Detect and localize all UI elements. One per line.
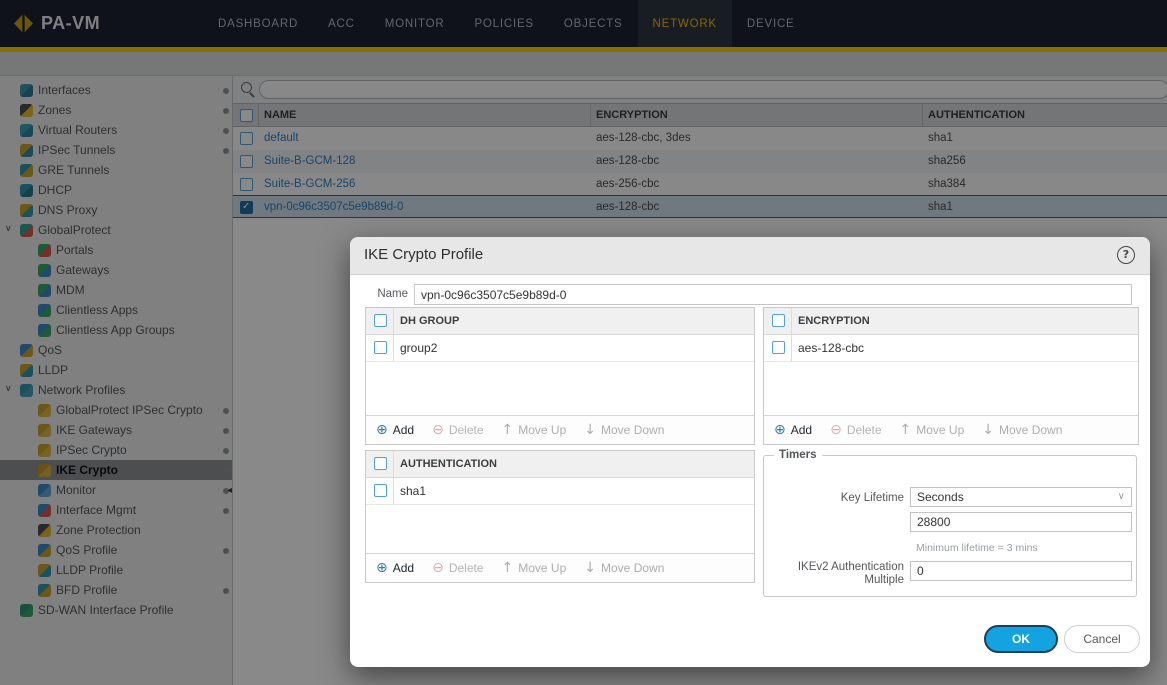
delete-button[interactable]: ⊖Delete — [432, 423, 483, 437]
checkbox-column-divider — [393, 478, 394, 504]
timers-legend: Timers — [774, 449, 822, 461]
add-icon: ⊕ — [774, 423, 786, 437]
lifetime-hint: Minimum lifetime = 3 mins — [916, 542, 1038, 554]
add-icon: ⊕ — [376, 423, 388, 437]
item-checkbox[interactable] — [374, 341, 387, 354]
ikev2-authentication-multiple-label: IKEv2 Authentication Multiple — [770, 561, 904, 587]
dh-group-panel: DH GROUPgroup2 ⊕Add ⊖Delete ↑Move Up ↓Move D… — [365, 307, 755, 445]
ok-button[interactable]: OK — [984, 625, 1058, 653]
cancel-button[interactable]: Cancel — [1064, 625, 1140, 653]
dh-group-actions: ⊕Add ⊖Delete ↑Move Up ↓Move Down — [366, 415, 754, 444]
move-down-icon: ↓ — [982, 423, 994, 437]
dialog-title: IKE Crypto Profile — [364, 246, 483, 263]
dh-group-header: DH GROUP — [366, 308, 754, 335]
move-up-icon: ↑ — [900, 423, 912, 437]
move-up-button[interactable]: ↑Move Up — [502, 423, 567, 437]
pa-vm-app: PA-VM DASHBOARDACCMONITORPOLICIESOBJECTS… — [0, 0, 1167, 685]
authentication-panel: AUTHENTICATIONsha1 ⊕Add ⊖Delete ↑Move Up ↓Mo… — [365, 450, 755, 583]
add-icon: ⊕ — [376, 561, 388, 575]
name-input[interactable] — [414, 284, 1132, 305]
help-icon[interactable]: ? — [1117, 246, 1135, 264]
authentication-header: AUTHENTICATION — [366, 451, 754, 478]
dialog-header: IKE Crypto Profile ? — [350, 237, 1150, 275]
list-item[interactable]: sha1 — [366, 478, 754, 505]
checkbox-column-divider — [791, 308, 792, 334]
key-lifetime-unit-select[interactable]: Seconds ∨ — [910, 487, 1132, 507]
move-up-icon: ↑ — [502, 423, 514, 437]
item-checkbox[interactable] — [374, 484, 387, 497]
list-item[interactable]: group2 — [366, 335, 754, 362]
panel-select-all-checkbox[interactable] — [374, 314, 387, 327]
encryption-panel: ENCRYPTIONaes-128-cbc ⊕Add ⊖Delete ↑Move Up… — [763, 307, 1139, 445]
chevron-down-icon: ∨ — [1118, 488, 1125, 506]
encryption-list: aes-128-cbc — [764, 335, 1138, 415]
delete-icon: ⊖ — [830, 423, 842, 437]
ike-crypto-profile-dialog: IKE Crypto Profile ? Name DH GROUPgroup2… — [350, 237, 1150, 667]
move-up-icon: ↑ — [502, 561, 514, 575]
key-lifetime-label: Key Lifetime — [770, 492, 904, 505]
move-up-button[interactable]: ↑Move Up — [502, 561, 567, 575]
dh-group-list: group2 — [366, 335, 754, 415]
list-item[interactable]: aes-128-cbc — [764, 335, 1138, 362]
add-button[interactable]: ⊕Add — [376, 561, 414, 575]
key-lifetime-value-input[interactable] — [910, 512, 1132, 532]
delete-button[interactable]: ⊖Delete — [432, 561, 483, 575]
checkbox-column-divider — [393, 335, 394, 361]
item-checkbox[interactable] — [772, 341, 785, 354]
move-down-icon: ↓ — [584, 561, 596, 575]
delete-icon: ⊖ — [432, 561, 444, 575]
move-down-button[interactable]: ↓Move Down — [982, 423, 1062, 437]
move-up-button[interactable]: ↑Move Up — [900, 423, 965, 437]
authentication-list: sha1 — [366, 478, 754, 553]
checkbox-column-divider — [393, 451, 394, 477]
move-down-button[interactable]: ↓Move Down — [584, 561, 664, 575]
delete-icon: ⊖ — [432, 423, 444, 437]
encryption-actions: ⊕Add ⊖Delete ↑Move Up ↓Move Down — [764, 415, 1138, 444]
key-lifetime-unit-value: Seconds — [917, 490, 964, 504]
ikev2-authentication-multiple-input[interactable] — [910, 561, 1132, 581]
panel-select-all-checkbox[interactable] — [772, 314, 785, 327]
checkbox-column-divider — [791, 335, 792, 361]
panel-select-all-checkbox[interactable] — [374, 457, 387, 470]
move-down-icon: ↓ — [584, 423, 596, 437]
authentication-actions: ⊕Add ⊖Delete ↑Move Up ↓Move Down — [366, 553, 754, 582]
checkbox-column-divider — [393, 308, 394, 334]
add-button[interactable]: ⊕Add — [774, 423, 812, 437]
add-button[interactable]: ⊕Add — [376, 423, 414, 437]
delete-button[interactable]: ⊖Delete — [830, 423, 881, 437]
name-label: Name — [350, 288, 408, 300]
move-down-button[interactable]: ↓Move Down — [584, 423, 664, 437]
encryption-header: ENCRYPTION — [764, 308, 1138, 335]
timers-group: Timers Key Lifetime Seconds ∨ Minimum li… — [763, 449, 1137, 597]
